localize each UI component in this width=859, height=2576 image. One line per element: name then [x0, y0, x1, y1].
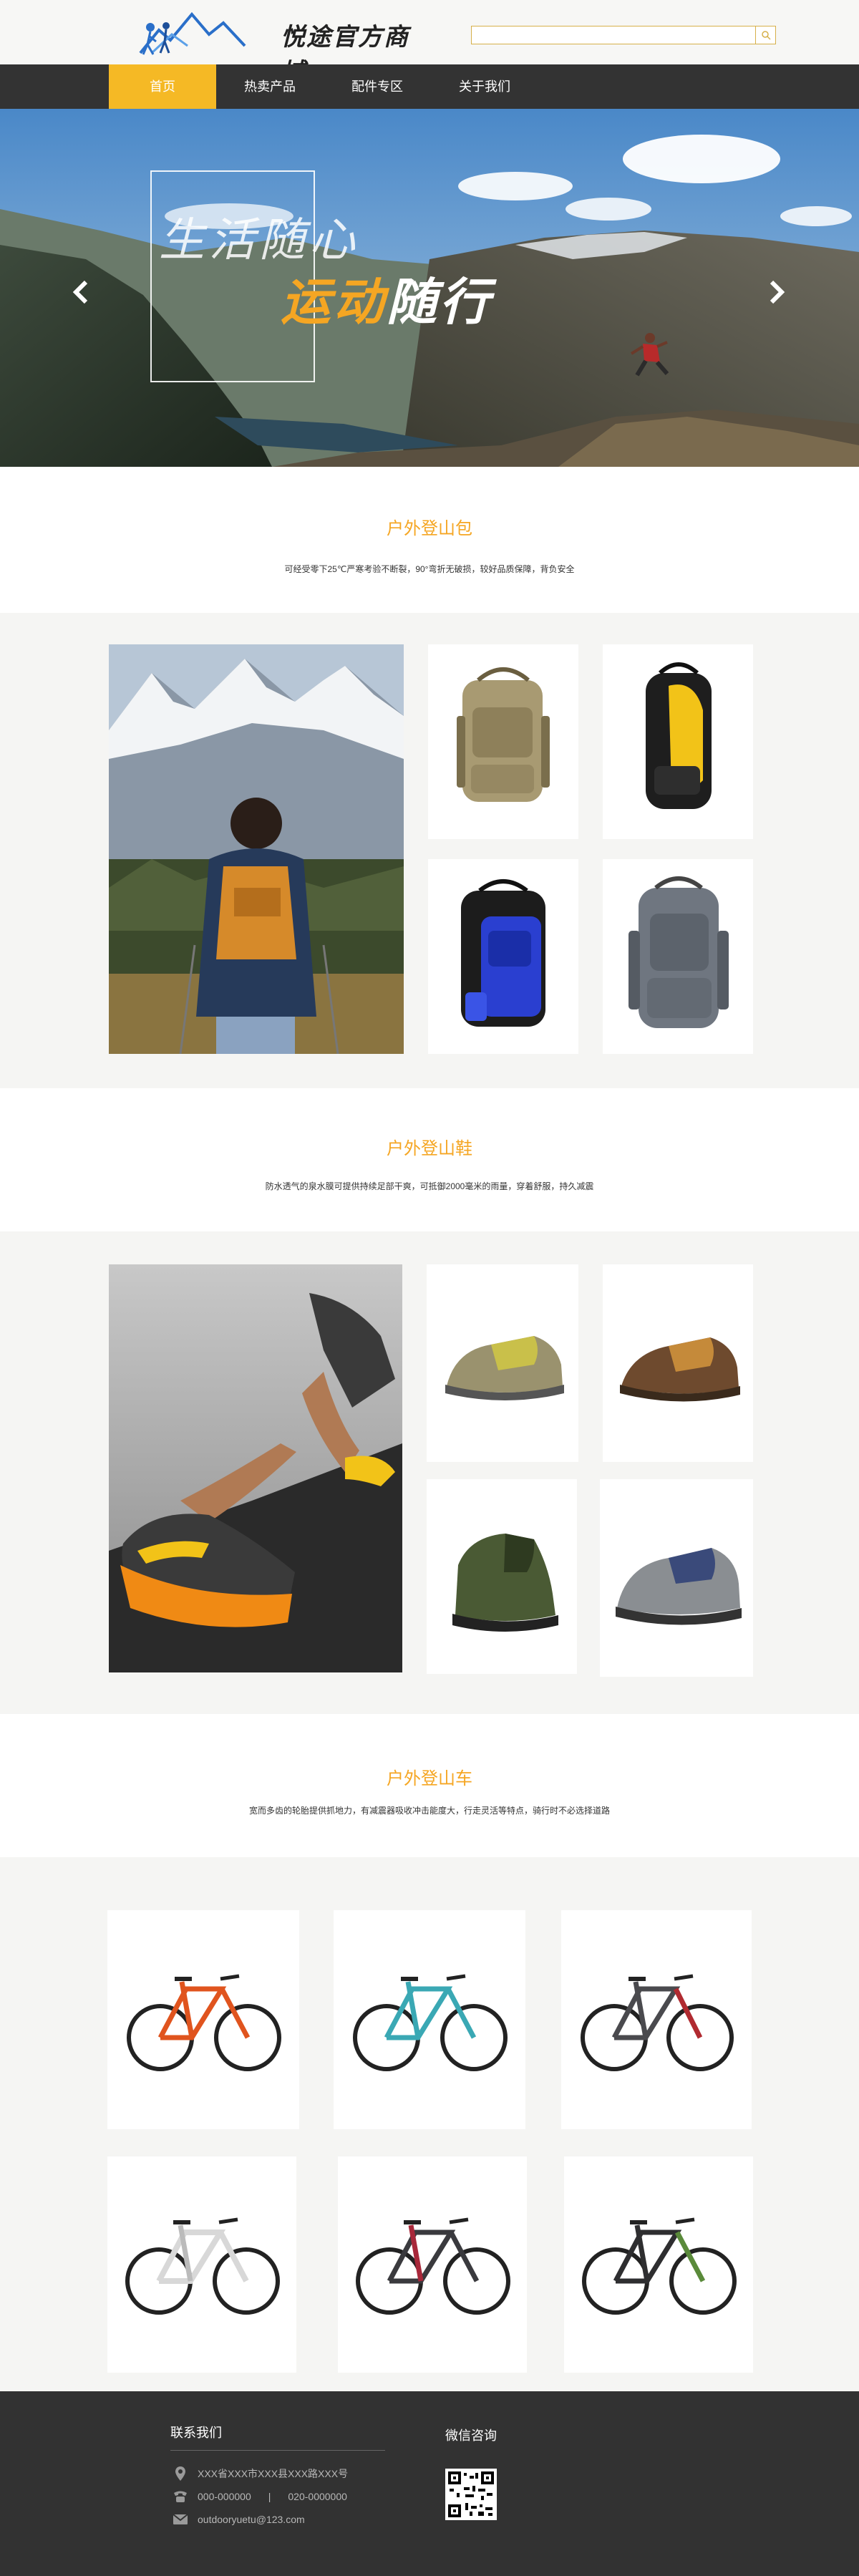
main-nav: 首页 热卖产品 配件专区 关于我们: [0, 64, 859, 109]
wechat-title: 微信咨询: [445, 2429, 497, 2443]
address-row: XXX省XXX市XXX县XXX路XXX号: [172, 2466, 348, 2481]
backpacks-title: 户外登山包: [387, 519, 472, 538]
email-row: outdooryuetu@123.com: [172, 2512, 305, 2527]
bike-product-3[interactable]: [561, 1910, 752, 2129]
address-text: XXX省XXX市XXX县XXX路XXX号: [198, 2468, 349, 2479]
nav-item-accessories[interactable]: 配件专区: [324, 64, 431, 109]
backpacks-gallery: [0, 613, 859, 1088]
shoes-gallery: [0, 1231, 859, 1714]
bikes-title: 户外登山车: [387, 1769, 472, 1788]
shoe-gray-blue-image: [616, 1548, 742, 1625]
nav-item-home[interactable]: 首页: [109, 64, 216, 109]
contact-title: 联系我们: [170, 2426, 222, 2440]
email-text[interactable]: outdooryuetu@123.com: [198, 2514, 305, 2525]
site-logo[interactable]: 悦途官方商城: [137, 1, 424, 87]
shoes-section-header: 户外登山鞋 防水透气的泉水膜可提供持续足部干爽，可抵御2000毫米的雨量，穿着舒…: [0, 1088, 859, 1231]
bike-orange-image: [127, 1974, 281, 2071]
banner-slogan-rest: 随行: [387, 272, 492, 331]
backpack-yellow-image: [646, 662, 712, 809]
qr-code-icon: [448, 2471, 494, 2517]
shoe-product-1[interactable]: [427, 1264, 578, 1462]
search-button[interactable]: [755, 26, 775, 44]
bike-white-image: [125, 2217, 280, 2315]
bike-red-gray-image: [581, 1974, 734, 2071]
backpack-product-2[interactable]: [603, 644, 753, 839]
banner-slogan-highlight: 运动: [281, 272, 387, 331]
bike-product-1[interactable]: [107, 1910, 299, 2129]
hero-banner: 生活随心 运动随行: [0, 109, 859, 467]
search-box: [471, 26, 776, 44]
bike-teal-image: [353, 1974, 508, 2071]
shoes-desc: 防水透气的泉水膜可提供持续足部干爽，可抵御2000毫米的雨量，穿着舒服，持久减震: [265, 1181, 594, 1191]
phone-icon: [172, 2489, 189, 2504]
phone-separator: |: [268, 2491, 271, 2502]
wechat-qr-code: [445, 2469, 497, 2520]
backpacks-desc: 可经受零下25℃严寒考验不断裂，90°弯折无破损，较好品质保障，背负安全: [284, 564, 575, 574]
phone2-text: 020-0000000: [288, 2491, 347, 2502]
shoe-khaki-yellow-image: [445, 1336, 564, 1400]
nav-item-hot-products[interactable]: 热卖产品: [216, 64, 324, 109]
shoe-product-4[interactable]: [600, 1479, 753, 1677]
bike-product-5[interactable]: [338, 2156, 527, 2373]
bikes-section-header: 户外登山车 宽而多齿的轮胎提供抓地力，有减震器吸收冲击能度大，行走灵活等特点，骑…: [0, 1714, 859, 1857]
nav-item-about[interactable]: 关于我们: [431, 64, 538, 109]
bikes-desc: 宽而多齿的轮胎提供抓地力，有减震器吸收冲击能度大，行走灵活等特点，骑行时不必选择…: [248, 1806, 610, 1816]
contact-divider: [170, 2450, 385, 2451]
shoe-olive-boot-image: [452, 1534, 558, 1632]
backpack-product-1[interactable]: [428, 644, 578, 839]
runner-shoe-image: [109, 1264, 402, 1672]
backpack-gray-image: [629, 876, 729, 1028]
backpack-blue-image: [461, 879, 545, 1027]
chevron-left-icon: [72, 280, 88, 304]
mail-icon: [172, 2512, 189, 2527]
banner-slogan-line2: 运动随行: [281, 262, 492, 334]
phone1-text: 000-000000: [198, 2491, 251, 2502]
bike-product-4[interactable]: [107, 2156, 296, 2373]
banner-next-arrow[interactable]: [762, 278, 790, 306]
shoes-feature-image[interactable]: [109, 1264, 402, 1672]
bikes-gallery: [0, 1857, 859, 2391]
shoes-title: 户外登山鞋: [387, 1139, 472, 1158]
backpack-khaki-image: [457, 667, 550, 802]
site-header: 悦途官方商城: [0, 0, 859, 87]
location-icon: [172, 2466, 189, 2481]
site-footer: 联系我们 XXX省XXX市XXX县XXX路XXX号 000-000000 | 0…: [0, 2391, 859, 2576]
hiker-image: [109, 644, 404, 1054]
search-icon: [761, 31, 771, 40]
backpack-product-4[interactable]: [603, 859, 753, 1054]
phone-row: 000-000000 | 020-0000000: [172, 2489, 347, 2504]
shoe-product-3[interactable]: [427, 1479, 577, 1674]
shoe-brown-image: [620, 1337, 740, 1402]
chevron-right-icon: [770, 280, 785, 304]
page: 悦途官方商城 首页 热卖产品 配件专区 关于我们: [0, 0, 859, 2576]
bike-dark-red-image: [356, 2217, 510, 2315]
bike-black-green-image: [582, 2217, 737, 2315]
shoe-product-2[interactable]: [603, 1264, 753, 1462]
search-input[interactable]: [472, 26, 755, 44]
bike-product-6[interactable]: [564, 2156, 753, 2373]
backpacks-section-header: 户外登山包 可经受零下25℃严寒考验不断裂，90°弯折无破损，较好品质保障，背负…: [0, 467, 859, 613]
banner-slogan-line1: 生活随心: [159, 214, 359, 267]
backpacks-feature-image[interactable]: [109, 644, 404, 1054]
bike-product-2[interactable]: [334, 1910, 525, 2129]
backpack-product-3[interactable]: [428, 859, 578, 1054]
banner-prev-arrow[interactable]: [67, 278, 96, 306]
